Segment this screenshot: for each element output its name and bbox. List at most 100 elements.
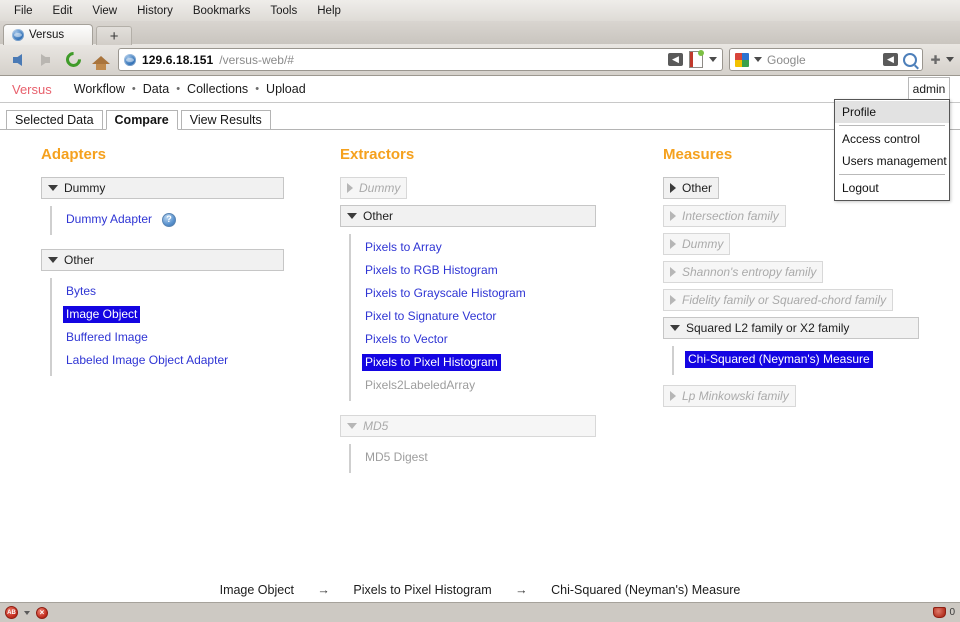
menu-help[interactable]: Help: [309, 4, 349, 18]
accordion-label: Other: [682, 181, 713, 195]
adblock-icon[interactable]: AB: [5, 606, 18, 619]
accordion-body-measures-squared-l2: Chi-Squared (Neyman's) Measure: [672, 346, 960, 375]
app-navbar: Versus Workflow • Data • Collections • U…: [0, 76, 960, 103]
list-item-selected[interactable]: Image Object: [63, 303, 330, 326]
browser-tab-label: Versus: [29, 29, 65, 41]
reload-icon: [62, 48, 84, 71]
list-item[interactable]: Pixels to RGB Histogram: [362, 259, 650, 282]
menu-item-access-control[interactable]: Access control: [835, 128, 949, 150]
list-item[interactable]: Pixels to Vector: [362, 328, 650, 351]
list-item[interactable]: Pixels to Array: [362, 236, 650, 259]
search-input[interactable]: Google: [767, 53, 878, 67]
help-icon[interactable]: ?: [162, 212, 177, 227]
accordion-header-adapters-other[interactable]: Other: [41, 249, 284, 271]
accordion-header-measures-dummy: Dummy: [663, 233, 731, 255]
accordion-header-measures-other[interactable]: Other: [663, 177, 720, 199]
shield-icon[interactable]: [933, 607, 947, 618]
browser-menubar: File Edit View History Bookmarks Tools H…: [0, 0, 960, 21]
forward-button[interactable]: [34, 50, 56, 70]
pin-icon[interactable]: ✚: [929, 53, 942, 67]
item-label: Dummy Adapter: [66, 212, 153, 226]
extractors-group-other: Other Pixels to Array Pixels to RGB Hist…: [340, 205, 650, 401]
list-item[interactable]: Bytes: [63, 280, 330, 303]
nav-data[interactable]: Data: [143, 82, 169, 96]
list-item[interactable]: Pixel to Signature Vector: [362, 305, 650, 328]
app-brand[interactable]: Versus: [12, 82, 52, 97]
list-item[interactable]: Pixels to Grayscale Histogram: [362, 282, 650, 305]
accordion-header-measures-intersection-family: Intersection family: [663, 205, 786, 227]
triangle-down-icon: [347, 423, 357, 429]
item-label: Pixels to Grayscale Histogram: [365, 286, 526, 300]
nav-separator-3: •: [255, 83, 260, 95]
reload-button[interactable]: [62, 48, 84, 71]
measures-group-intersection: Intersection family: [663, 205, 960, 227]
clear-search-icon[interactable]: ◀: [883, 53, 898, 66]
summary-measure: Chi-Squared (Neyman's) Measure: [551, 583, 741, 597]
accordion-header-extractors-other[interactable]: Other: [340, 205, 596, 227]
extractors-group-md5: MD5 MD5 Digest: [340, 415, 650, 473]
search-engine-chevron-icon[interactable]: [754, 57, 762, 62]
list-item[interactable]: Labeled Image Object Adapter: [63, 349, 330, 372]
home-button[interactable]: [90, 50, 112, 70]
arrow-right-icon: [40, 53, 50, 66]
back-button[interactable]: [6, 50, 28, 70]
list-item-selected[interactable]: Chi-Squared (Neyman's) Measure: [685, 348, 960, 371]
menu-bookmarks[interactable]: Bookmarks: [185, 4, 259, 18]
tab-compare[interactable]: Compare: [105, 110, 178, 130]
tab-view-results[interactable]: View Results: [180, 110, 271, 130]
toolbar-overflow-chevron-icon[interactable]: [946, 57, 954, 62]
measures-group-shannon: Shannon's entropy family: [663, 261, 960, 283]
triangle-down-icon: [48, 185, 58, 191]
arrow-left-icon: [12, 53, 22, 66]
workflow-columns: Adapters Dummy Dummy Adapter ? Other Byt…: [0, 130, 960, 487]
new-tab-button[interactable]: +: [96, 26, 133, 45]
nav-workflow[interactable]: Workflow: [74, 82, 125, 96]
clear-url-icon[interactable]: ◀: [668, 53, 683, 66]
accordion-header-measures-squared-l2-family[interactable]: Squared L2 family or X2 family: [663, 317, 919, 339]
summary-adapter: Image Object: [219, 583, 294, 597]
menu-item-logout[interactable]: Logout: [835, 177, 949, 199]
site-globe-icon: [124, 53, 136, 66]
accordion-header-extractors-md5[interactable]: MD5: [340, 415, 596, 437]
menu-item-profile[interactable]: Profile: [835, 101, 949, 123]
accordion-label: Other: [363, 209, 394, 223]
adblock-chevron-icon[interactable]: [24, 610, 30, 615]
user-menu-button[interactable]: admin: [908, 77, 950, 99]
menu-view[interactable]: View: [84, 4, 125, 18]
nav-collections[interactable]: Collections: [187, 82, 248, 96]
chevron-down-icon[interactable]: [709, 57, 717, 62]
app-tabs: Selected Data Compare View Results: [0, 103, 960, 130]
accordion-body-adapters-dummy: Dummy Adapter ?: [50, 206, 330, 235]
adapters-group-dummy: Dummy Dummy Adapter ?: [41, 177, 330, 235]
browser-window: File Edit View History Bookmarks Tools H…: [0, 0, 960, 622]
search-bar[interactable]: Google ◀: [729, 48, 923, 71]
nav-separator-1: •: [131, 83, 136, 95]
url-path: /versus-web/#: [219, 52, 294, 67]
measures-group-squared-l2: Squared L2 family or X2 family Chi-Squar…: [663, 317, 960, 375]
list-item[interactable]: Buffered Image: [63, 326, 330, 349]
accordion-header-extractors-dummy: Dummy: [340, 177, 408, 199]
notification-count: 0: [949, 607, 955, 618]
accordion-label: Dummy: [64, 181, 106, 195]
menu-tools[interactable]: Tools: [262, 4, 305, 18]
search-icon[interactable]: [903, 52, 917, 67]
list-item-selected[interactable]: Pixels to Pixel Histogram: [362, 351, 650, 374]
item-label: Buffered Image: [66, 330, 148, 344]
item-label: Pixel to Signature Vector: [365, 309, 497, 323]
accordion-label: Squared L2 family or X2 family: [686, 321, 850, 335]
address-bar[interactable]: 129.6.18.151 /versus-web/# ◀: [118, 48, 723, 71]
menu-history[interactable]: History: [129, 4, 181, 18]
user-dropdown-menu: Profile Access control Users management …: [834, 99, 950, 201]
nav-upload[interactable]: Upload: [266, 82, 306, 96]
menu-edit[interactable]: Edit: [45, 4, 81, 18]
browser-tab-versus[interactable]: Versus: [3, 24, 94, 45]
list-item[interactable]: Dummy Adapter ?: [63, 208, 330, 231]
error-console-icon[interactable]: ×: [36, 606, 48, 619]
tab-selected-data[interactable]: Selected Data: [6, 110, 103, 130]
menu-file[interactable]: File: [6, 4, 41, 18]
bookmark-add-icon[interactable]: [689, 50, 704, 68]
menu-item-users-management[interactable]: Users management: [835, 150, 949, 172]
statusbar-right: 0: [933, 607, 955, 618]
accordion-header-adapters-dummy[interactable]: Dummy: [41, 177, 284, 199]
nav-separator-2: •: [176, 83, 181, 95]
